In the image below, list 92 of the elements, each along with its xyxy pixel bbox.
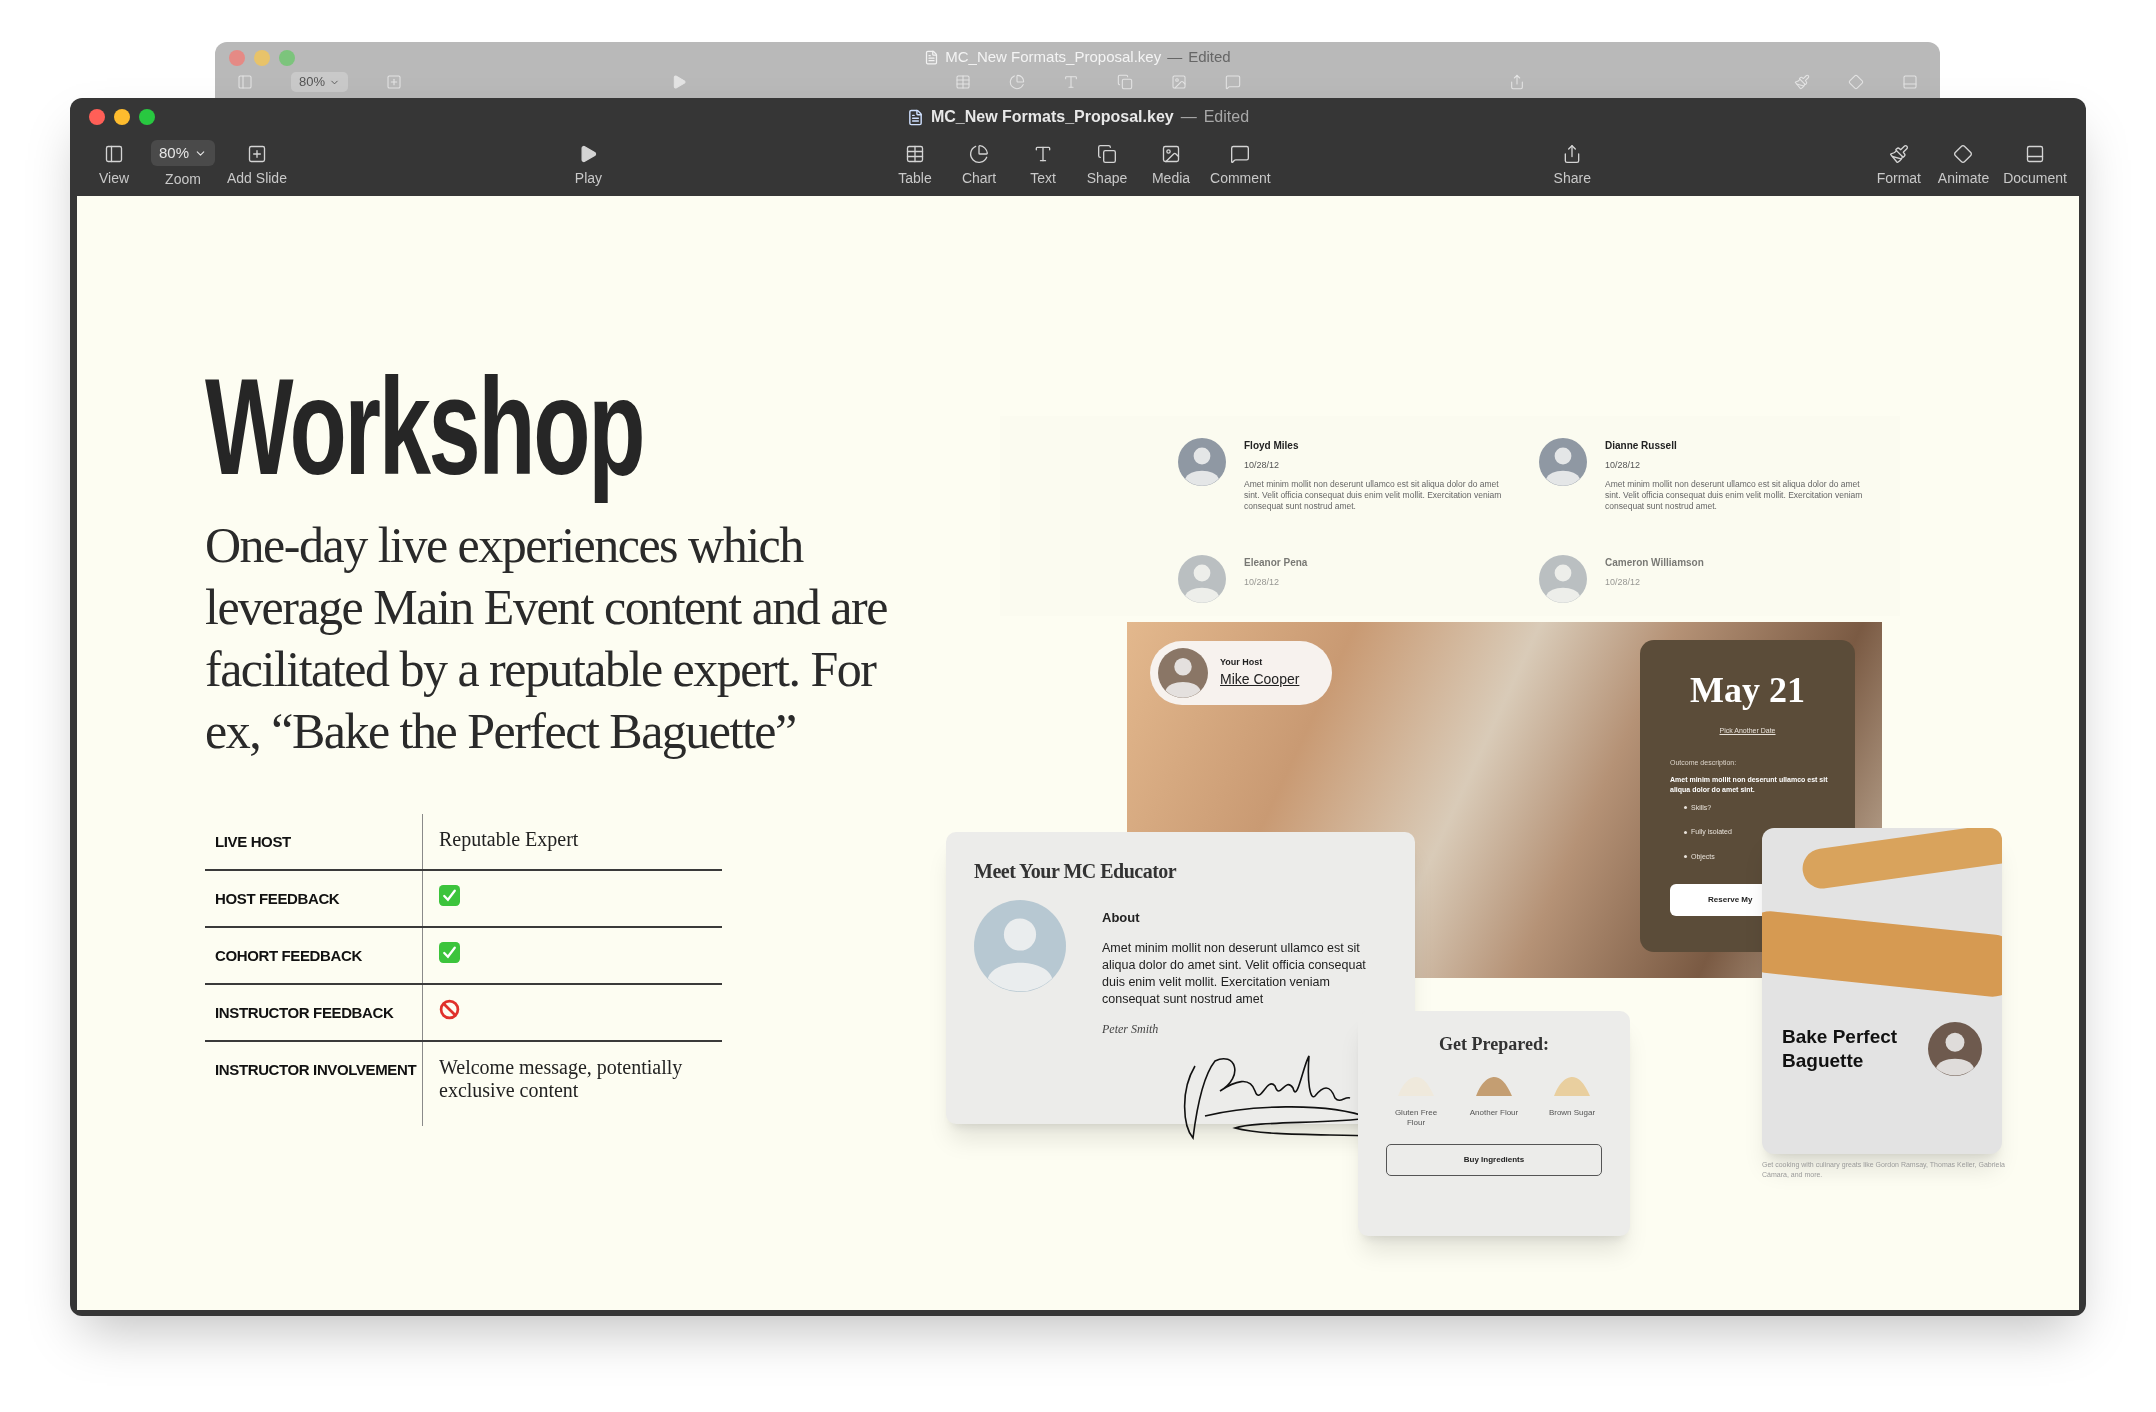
educator-name: Peter Smith [1102,1020,1160,1038]
toolbar-button[interactable]: Document [2001,140,2069,189]
text-icon [1063,74,1079,90]
diamond-icon [1953,144,1974,164]
avatar-icon [974,900,1066,992]
review-date: 10/28/12 [1605,575,1642,589]
reviewer-name: Eleanor Pena [1244,555,1309,570]
sidebar-icon [104,144,124,164]
brush-icon [1793,74,1810,90]
host-name: Mike Cooper [1220,670,1300,690]
toolbar-button[interactable]: Format [1871,140,1926,189]
avatar-icon [1539,438,1587,486]
row-label: COHORT FEEDBACK [215,946,362,964]
avatar-icon [1539,554,1587,603]
toolbar-button[interactable]: Add Slide [225,140,289,190]
reserve-button[interactable]: Reserve My [1670,884,1762,916]
course-title: Bake Perfect Baguette [1782,1025,1899,1073]
row-label: INSTRUCTOR FEEDBACK [215,1003,394,1021]
brush-icon [1888,144,1909,164]
plus-square-icon [386,74,403,90]
window-status: Edited [1188,46,1231,67]
review-date: 10/28/12 [1605,459,1642,472]
document-icon [906,108,924,126]
minimize-button[interactable] [114,109,130,125]
review-date: 10/28/12 [1244,575,1281,589]
shapes-icon [1117,74,1133,90]
avatar-icon [1178,438,1226,486]
window-status: Edited [1203,107,1250,127]
toolbar-button[interactable]: Comment [1208,140,1273,189]
table-icon [955,74,971,90]
sidebar-icon [237,74,253,90]
window-title: MC_New Formats_Proposal.key [945,46,1162,67]
panel-icon [1901,74,1918,90]
table-cell-text: Reputable Expert [439,827,580,851]
avatar-icon [1178,554,1226,603]
plus-square-icon [246,144,267,164]
date-heading: May 21 [1689,672,1806,708]
toolbar-button[interactable]: Play [561,140,616,189]
slide-description: One-day live experiences which leverage Main Event content and are facilitated by a reputable expert. For ex, “Bake the Perfect Baguette” [205,515,888,761]
window-title: MC_New Formats_Proposal.key [930,107,1174,127]
prohibited-icon [439,998,460,1020]
row-label: INSTRUCTOR INVOLVEMENT [215,1060,417,1078]
slide-title: Workshop [205,348,644,505]
avatar-icon [1928,1022,1982,1076]
zoom-dropdown[interactable]: 80% [291,72,349,92]
review-date: 10/28/12 [1244,459,1281,472]
about-text: Amet minim mollit non deserunt ullamco est sit aliqua dolor do amet sint. Velit officia consequat duis enim velit mollit. Exercitation veniam consequat sunt nostrud amet [1102,939,1367,1008]
image-icon [1171,74,1187,90]
toolbar-button[interactable]: Media [1144,140,1199,189]
share-icon [1509,74,1526,90]
toolbar-button[interactable]: Shape [1080,140,1135,189]
comment-icon [1230,144,1251,164]
prepare-title: Get Prepared: [1439,1033,1549,1056]
reviewer-name: Floyd Miles [1244,439,1300,453]
zoom-dropdown[interactable]: 80% [151,140,215,166]
row-label: LIVE HOST [215,832,291,850]
checkmark-icon [439,941,460,963]
comment-icon [1225,74,1241,90]
review-text: Amet minim mollit non deserunt ullamco est sit aliqua dolor do amet sint. Velit officia consequat duis enim velit mollit. Exercitation veniam consequat sunt nostrud amet. [1605,478,1864,512]
toolbar-button[interactable]: Chart [952,140,1007,189]
toolbar-label: Zoom [165,170,201,189]
close-button[interactable] [89,109,105,125]
reviewer-name: Dianne Russell [1605,439,1678,453]
checkmark-icon [439,884,460,906]
toolbar-button[interactable]: View [87,140,141,190]
table-cell-text: Welcome message, potentially exclusive content [439,1055,684,1102]
about-heading: About [1102,909,1141,927]
host-caption: Your Host [1220,655,1264,669]
zoom-button[interactable] [139,109,155,125]
reviewer-name: Cameron Williamson [1605,555,1705,570]
title-separator: — [1167,46,1183,67]
diamond-icon [1847,74,1864,90]
row-label: HOST FEEDBACK [215,889,340,907]
toolbar-button[interactable]: Text [1016,140,1071,189]
toolbar-button[interactable]: Share [1545,140,1600,189]
pie-chart-icon [969,144,990,164]
panel-icon [2025,144,2046,164]
table-icon [905,144,926,164]
ingredient-label: Another Flour [1469,1108,1519,1118]
title-separator: — [1180,107,1197,127]
toolbar-button[interactable]: Animate [1935,140,1992,189]
buy-button[interactable]: Buy Ingredients [1386,1144,1602,1176]
review-text: Amet minim mollit non deserunt ullamco est sit aliqua dolor do amet sint. Velit officia consequat duis enim velit mollit. Exercitation veniam consequat sunt nostrud amet. [1244,478,1503,512]
toolbar-button[interactable]: Table [888,140,943,189]
image-icon [1161,144,1182,164]
document-icon [924,49,940,65]
ingredient-label: Brown Sugar [1548,1108,1596,1118]
avatar-icon [1158,648,1208,698]
pie-chart-icon [1009,74,1025,90]
ingredient-label: Gluten Free Flour [1393,1108,1439,1128]
shapes-icon [1097,144,1118,164]
educator-title: Meet Your MC Educator [974,859,1178,884]
